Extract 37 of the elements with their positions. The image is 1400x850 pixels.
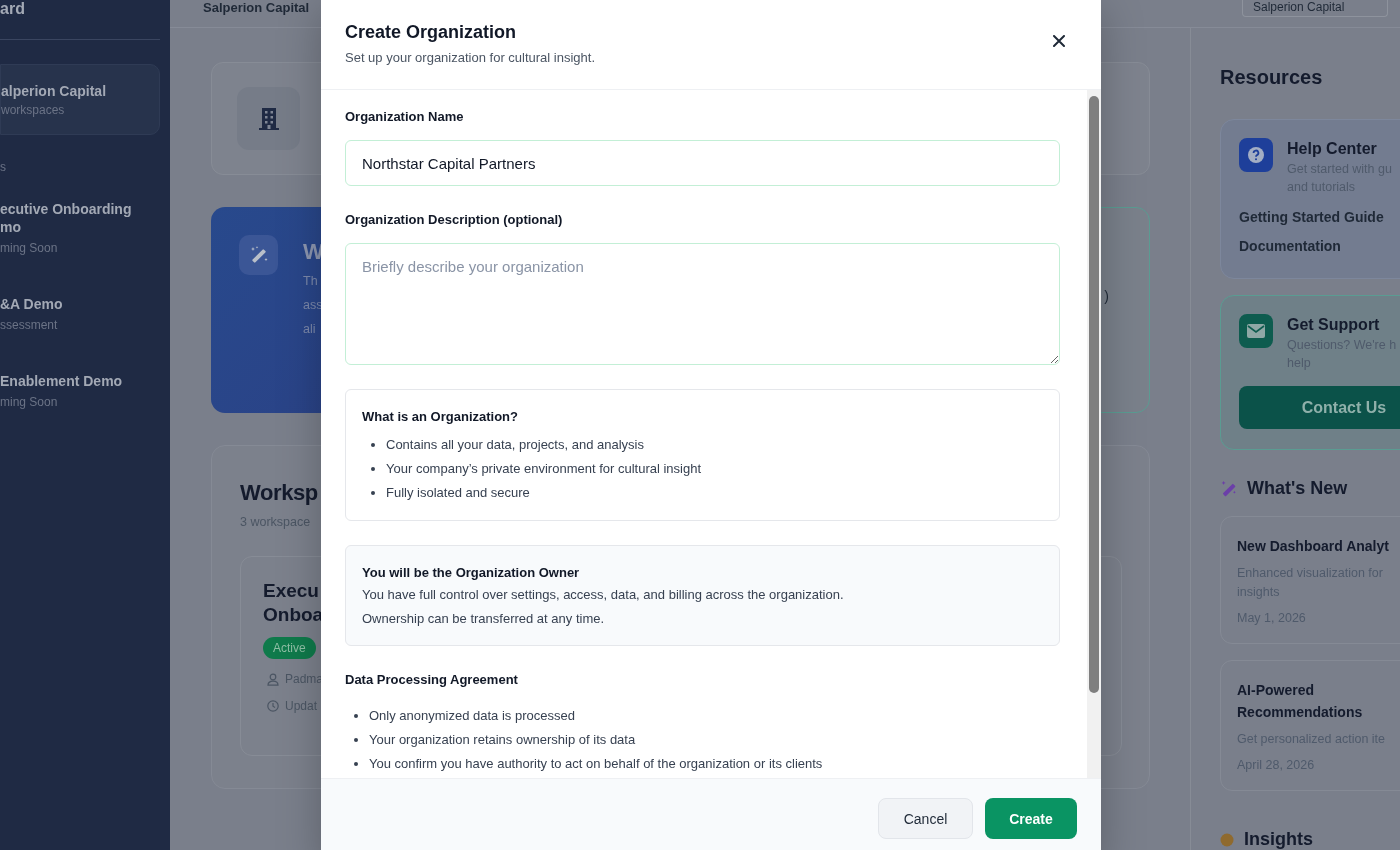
help-center-title: Help Center — [1287, 139, 1378, 159]
workspace-title: Execu — [263, 579, 320, 603]
organization-meta: workspaces — [1, 102, 66, 117]
info-item: Your company’s private environment for cultural insight — [386, 460, 702, 478]
card-text: ) — [1104, 288, 1109, 304]
welcome-text: ali — [303, 321, 316, 338]
workspaces-title: Worksp — [240, 479, 318, 507]
owner-text: Ownership can be transferred at any time. — [362, 610, 605, 628]
info-item: Contains all your data, projects, and analysis — [386, 436, 644, 454]
welcome-text: Th — [303, 273, 318, 290]
sidebar-item-subtitle: ming Soon — [0, 241, 59, 255]
owner-title: You will be the Organization Owner — [362, 564, 580, 582]
agreement-title: Data Processing Agreement — [345, 671, 518, 689]
sidebar-title: ard — [0, 0, 26, 19]
news-title: Recommendations — [1237, 703, 1364, 722]
dialog-title: Create Organization — [345, 21, 518, 44]
field-label: Organization Description (optional) — [345, 211, 563, 229]
section-label: s — [0, 160, 7, 174]
support-title: Get Support — [1287, 315, 1381, 336]
info-item: Fully isolated and secure — [386, 484, 530, 502]
insights-title: Insights — [1244, 829, 1313, 850]
organization-name: alperion Capital — [1, 82, 108, 99]
dialog-subtitle: Set up your organization for cultural insight. — [345, 49, 596, 67]
field-label: Organization Name — [345, 108, 464, 126]
sidebar-item-subtitle: ssessment — [0, 318, 59, 332]
resources-title: Resources — [1220, 65, 1323, 90]
status-badge: Active — [263, 637, 316, 659]
news-title: New Dashboard Analyt — [1237, 537, 1390, 556]
news-title: AI-Powered — [1237, 681, 1315, 700]
agreement-item: Your organization retains ownership of its data — [369, 731, 636, 749]
sidebar-item-subtitle: ming Soon — [0, 395, 59, 409]
agreement-item: You confirm you have authority to act on behalf of the organization or its clients — [369, 755, 823, 773]
whats-new-title: What's New — [1247, 478, 1348, 499]
info-title: What is an Organization? — [362, 408, 518, 426]
agreement-item: Only anonymized data is processed — [369, 707, 575, 725]
workspace-title: Onboa — [263, 603, 324, 627]
owner-text: You have full control over settings, access, data, and billing across the organization. — [362, 586, 844, 604]
